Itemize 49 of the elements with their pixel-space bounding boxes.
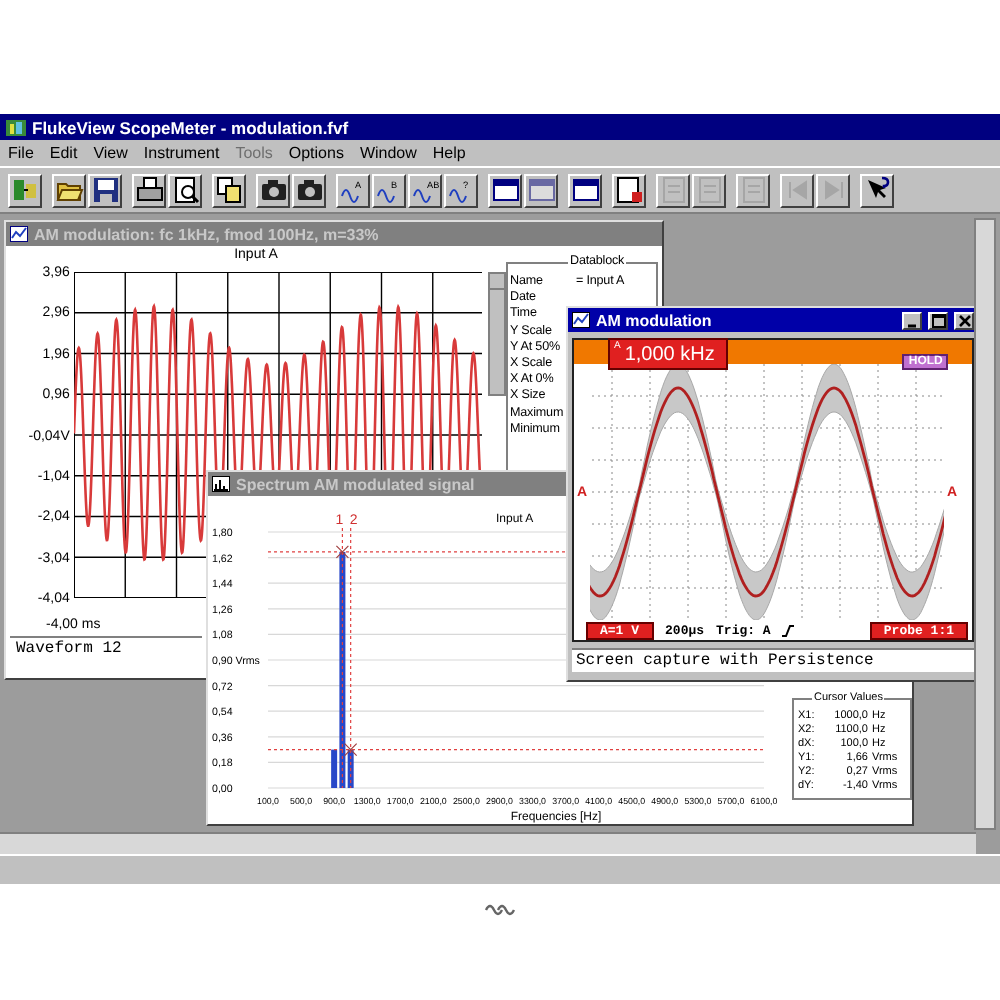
maximize-icon bbox=[931, 313, 945, 327]
close-icon bbox=[957, 313, 971, 327]
camera-button[interactable] bbox=[292, 173, 326, 207]
cursor-marker[interactable] bbox=[344, 743, 358, 757]
maximize-button[interactable] bbox=[928, 311, 948, 329]
window-title: Spectrum AM modulated signal bbox=[236, 475, 475, 493]
skip-back-icon bbox=[783, 176, 811, 204]
preview-button[interactable] bbox=[168, 173, 202, 207]
save-button[interactable] bbox=[88, 173, 122, 207]
help-button[interactable] bbox=[860, 173, 894, 207]
open-button[interactable] bbox=[52, 173, 86, 207]
print-button[interactable] bbox=[132, 173, 166, 207]
connect-button[interactable] bbox=[8, 173, 42, 207]
connect-icon bbox=[11, 176, 39, 204]
cursor-line[interactable] bbox=[341, 527, 343, 789]
window-title-bar[interactable]: AM modulation bbox=[568, 308, 978, 332]
camera-button[interactable] bbox=[256, 173, 290, 207]
chart-icon bbox=[572, 312, 590, 328]
close-button[interactable] bbox=[954, 311, 974, 329]
window-title: AM modulation: fc 1kHz, fmod 100Hz, m=33% bbox=[34, 225, 379, 243]
rising-edge-icon bbox=[782, 623, 795, 637]
menu-item[interactable]: File bbox=[8, 144, 34, 162]
vertical-scrollbar[interactable] bbox=[488, 272, 506, 396]
window-title: FlukeView ScopeMeter - modulation.fvf bbox=[32, 117, 349, 137]
menu-item[interactable]: Help bbox=[432, 144, 466, 162]
cursor-line[interactable] bbox=[267, 749, 765, 751]
logo-icon bbox=[484, 900, 516, 920]
menu-item[interactable]: Options bbox=[288, 144, 344, 162]
menu-item[interactable]: Instrument bbox=[143, 144, 220, 162]
app-icon bbox=[6, 117, 26, 137]
chart-icon bbox=[212, 476, 230, 492]
horizontal-scrollbar[interactable] bbox=[0, 832, 976, 854]
window-button[interactable] bbox=[568, 173, 602, 207]
window-title: AM modulation bbox=[596, 311, 714, 329]
chart-icon bbox=[10, 226, 28, 242]
record-button[interactable] bbox=[612, 173, 646, 207]
window-button[interactable] bbox=[488, 173, 522, 207]
frequency-value: 1,000 kHz bbox=[624, 343, 715, 365]
capture-caption: Screen capture with Persistence bbox=[572, 648, 974, 672]
cursor-line[interactable] bbox=[350, 527, 352, 789]
menu-item[interactable]: Window bbox=[359, 144, 417, 162]
menu-item[interactable]: Edit bbox=[49, 144, 78, 162]
vertical-scrollbar[interactable] bbox=[974, 218, 996, 830]
cursor-marker[interactable] bbox=[335, 545, 349, 559]
menu-item[interactable]: View bbox=[93, 144, 128, 162]
waveform-caption: Waveform 12 bbox=[10, 636, 202, 660]
skip-forward-icon bbox=[819, 176, 847, 204]
minimize-button[interactable] bbox=[902, 311, 922, 329]
copy-button[interactable] bbox=[212, 173, 246, 207]
